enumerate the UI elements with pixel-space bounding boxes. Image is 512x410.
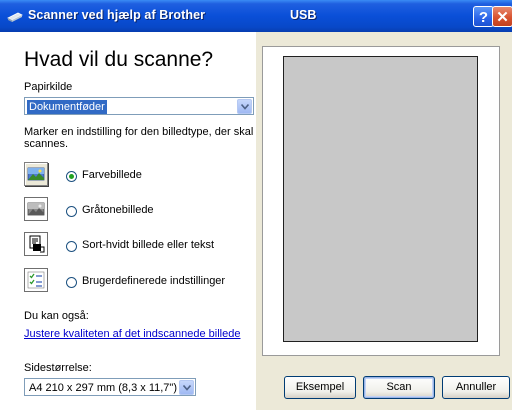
page-size-label: Sidestørrelse:: [24, 362, 92, 374]
connection-label: USB: [290, 8, 317, 22]
custom-settings-radio[interactable]: [66, 277, 77, 288]
help-button[interactable]: ?: [473, 6, 494, 27]
color-photo-icon[interactable]: [24, 162, 48, 186]
options-panel: Hvad vil du scanne? Papirkilde Dokumentf…: [0, 32, 256, 410]
grayscale-photo-label[interactable]: Gråtonebillede: [82, 204, 154, 216]
also-label: Du kan også:: [24, 310, 89, 322]
grayscale-photo-icon[interactable]: [24, 197, 48, 221]
page-size-value: A4 210 x 297 mm (8,3 x 11,7"): [29, 382, 177, 394]
close-button[interactable]: ✕: [492, 6, 512, 27]
scan-button[interactable]: Scan: [363, 376, 435, 399]
bw-text-label[interactable]: Sort-hvidt billede eller tekst: [82, 239, 214, 251]
page-title: Hvad vil du scanne?: [24, 48, 214, 71]
color-photo-radio[interactable]: [66, 171, 77, 182]
custom-settings-icon[interactable]: [24, 268, 48, 292]
paper-source-value: Dokumentføder: [27, 100, 107, 114]
grayscale-photo-radio[interactable]: [66, 206, 77, 217]
chevron-down-icon[interactable]: [237, 99, 252, 114]
color-photo-label[interactable]: Farvebillede: [82, 169, 142, 181]
title-bar[interactable]: Scanner ved hjælp af Brother USB ? ✕: [0, 0, 512, 32]
bw-text-radio[interactable]: [66, 241, 77, 252]
bw-text-icon[interactable]: [24, 232, 48, 256]
instruction-text: Marker en indstilling for den billedtype…: [24, 126, 254, 150]
window-title: Scanner ved hjælp af Brother: [28, 8, 206, 22]
paper-source-select[interactable]: Dokumentføder: [24, 97, 254, 115]
cancel-button[interactable]: Annuller: [442, 376, 510, 399]
chevron-down-icon[interactable]: [179, 380, 194, 395]
scanner-app-icon: [6, 7, 24, 25]
page-size-select[interactable]: A4 210 x 297 mm (8,3 x 11,7"): [24, 378, 196, 396]
adjust-quality-link[interactable]: Justere kvaliteten af det indscannede bi…: [24, 328, 240, 340]
scanner-dialog: Scanner ved hjælp af Brother USB ? ✕ Hva…: [0, 0, 512, 410]
paper-source-label: Papirkilde: [24, 81, 73, 93]
preview-button[interactable]: Eksempel: [284, 376, 356, 399]
custom-settings-label[interactable]: Brugerdefinerede indstillinger: [82, 275, 225, 287]
preview-area[interactable]: [283, 56, 478, 342]
